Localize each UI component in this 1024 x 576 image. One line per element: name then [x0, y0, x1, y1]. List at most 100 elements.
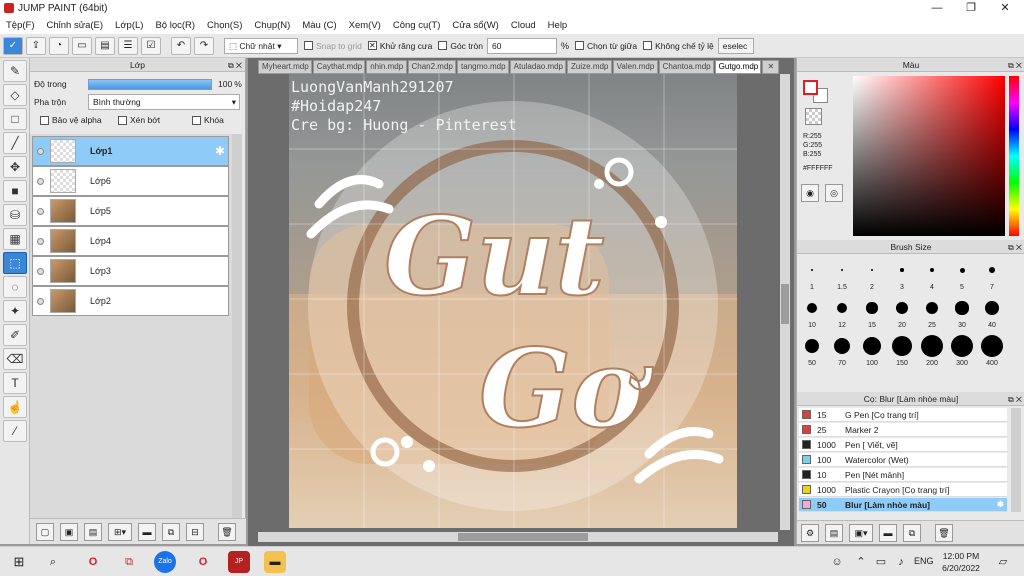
layer-row[interactable]: Lớp2 [32, 286, 229, 316]
gradient-icon[interactable]: ▦ [3, 228, 27, 250]
select-rect-icon[interactable]: ⬚ [3, 252, 27, 274]
brush-size-option[interactable]: 300 [947, 334, 977, 367]
opacity-slider[interactable] [88, 78, 212, 90]
bucket-icon[interactable]: ⛁ [3, 204, 27, 226]
new-layer-icon[interactable]: ▢ [36, 522, 54, 541]
menu-capture[interactable]: Chụp(N) [248, 20, 296, 31]
trash-icon[interactable]: 🗑 [218, 522, 236, 541]
magic-wand-icon[interactable]: ✦ [3, 300, 27, 322]
pen-icon[interactable]: ✎ [3, 60, 27, 82]
visibility-icon[interactable] [37, 207, 44, 215]
tab-tangmo[interactable]: tangmo.mdp [457, 60, 509, 74]
transparent-swatch[interactable] [805, 108, 822, 125]
minimize-button[interactable]: — [920, 0, 954, 16]
jump-paint-icon[interactable]: JP [228, 551, 250, 573]
brush-size-option[interactable]: 5 [947, 258, 977, 291]
tab-chantoa[interactable]: Chantoa.mdp [658, 60, 714, 74]
brush-row[interactable]: 10 Pen [Nét mảnh] [799, 468, 1007, 482]
brush-trash-icon[interactable]: 🗑 [935, 523, 953, 542]
select-center-checkbox[interactable] [574, 41, 584, 50]
clip-checkbox[interactable] [118, 115, 127, 125]
brush-copy-icon[interactable]: ⧉ [903, 523, 921, 542]
list-icon[interactable]: ☰ [118, 36, 138, 55]
brush-size-option[interactable]: 1.5 [827, 258, 857, 291]
tab-caythat[interactable]: Caythat.mdp [312, 60, 366, 74]
volume-icon[interactable]: ♪ [890, 551, 912, 573]
merge-icon[interactable]: ⊟ [186, 522, 204, 541]
brush-row[interactable]: 25 Marker 2 [799, 423, 1007, 437]
menu-tools[interactable]: Công cụ(T) [387, 20, 447, 31]
tab-valen[interactable]: Valen.mdp [612, 60, 658, 74]
brush-size-option[interactable]: 7 [977, 258, 1007, 291]
brush-row[interactable]: 1000 Pen [ Viết, vẽ] [799, 438, 1007, 452]
brush-row[interactable]: 100 Watercolor (Wet) [799, 453, 1007, 467]
fixed-ratio-checkbox[interactable] [643, 41, 653, 50]
document-icon[interactable]: ▤ [95, 36, 115, 55]
layer-row[interactable]: Lớp1 ✱ [32, 136, 229, 166]
brush-size-option[interactable]: 30 [947, 296, 977, 329]
tray-chevron-icon[interactable]: ⌃ [850, 551, 872, 573]
gear-icon[interactable]: ✱ [215, 144, 225, 158]
windows-start-icon[interactable]: ⊞ [8, 551, 30, 573]
maximize-button[interactable]: ❐ [954, 0, 988, 16]
brush-row[interactable]: 1000 Plastic Crayon [Cọ trang trí] [799, 483, 1007, 497]
tab-nhin[interactable]: nhin.mdp [366, 60, 407, 74]
brush-size-option[interactable]: 70 [827, 334, 857, 367]
brush-size-option[interactable]: 100 [857, 334, 887, 367]
layer-row[interactable]: Lớp3 [32, 256, 229, 286]
brush-size-option[interactable]: 400 [977, 334, 1007, 367]
check-icon[interactable]: ✓ [3, 36, 23, 55]
network-icon[interactable]: ▭ [870, 551, 892, 573]
menu-file[interactable]: Tệp(F) [0, 20, 41, 31]
eraser-icon[interactable]: ◇ [3, 84, 27, 106]
brush-size-option[interactable]: 3 [887, 258, 917, 291]
layer-row[interactable]: Lớp5 [32, 196, 229, 226]
brush-size-option[interactable]: 15 [857, 296, 887, 329]
layer-row[interactable]: Lớp4 [32, 226, 229, 256]
brush-size-option[interactable]: 25 [917, 296, 947, 329]
visibility-icon[interactable] [37, 297, 44, 305]
brush-row[interactable]: 50 Blur [Làm nhòe màu] ✱ [799, 498, 1007, 512]
menu-edit[interactable]: Chỉnh sửa(E) [41, 20, 110, 31]
search-icon[interactable]: ⌕ [42, 551, 64, 573]
menu-help[interactable]: Help [542, 20, 574, 31]
brush-size-option[interactable]: 10 [797, 296, 827, 329]
hue-slider[interactable] [1009, 76, 1019, 236]
visibility-icon[interactable] [37, 237, 44, 245]
rect-tool-icon[interactable]: □ [3, 108, 27, 130]
checklist-icon[interactable]: ☑ [141, 36, 161, 55]
comment-icon[interactable]: ◔ [49, 36, 69, 55]
panel-close-icon[interactable]: ⧉ ✕ [1008, 59, 1022, 73]
undo-icon[interactable]: ↶ [171, 36, 191, 55]
menu-select[interactable]: Chọn(S) [201, 20, 248, 31]
protect-alpha-checkbox[interactable] [40, 115, 49, 125]
saturation-value-picker[interactable] [853, 76, 1005, 236]
brush-size-option[interactable]: 200 [917, 334, 947, 367]
brush-doc-icon[interactable]: ▤ [825, 523, 843, 542]
snap-checkbox[interactable] [304, 41, 313, 50]
menu-layer[interactable]: Lớp(L) [109, 20, 149, 31]
export-icon[interactable]: ⇪ [26, 36, 46, 55]
new-text-layer-icon[interactable]: ▤ [84, 522, 102, 541]
fill-rect-icon[interactable]: ■ [3, 180, 27, 202]
select-pen-icon[interactable]: ✐ [3, 324, 27, 346]
close-button[interactable]: ✕ [988, 0, 1022, 16]
zalo-icon[interactable]: Zalo [154, 551, 176, 573]
brush-folder-icon[interactable]: ▬ [879, 523, 897, 542]
canvas-artwork[interactable]: Gut Gơ LuongVanManh291207 #Hoidap247 Cre… [289, 74, 737, 528]
canvas-vertical-scrollbar[interactable] [780, 74, 790, 530]
add-brush-icon[interactable]: ⚙ [801, 523, 819, 542]
new-vector-icon[interactable]: ▣ [60, 522, 78, 541]
tab-zuize[interactable]: Zuize.mdp [567, 60, 612, 74]
brush-row[interactable]: 15 G Pen [Cọ trang trí] [799, 408, 1007, 422]
brush-list-scrollbar[interactable] [1011, 408, 1021, 512]
tab-close-icon[interactable]: ✕ [762, 60, 780, 74]
panel-close-icon[interactable]: ⧉ ✕ [228, 59, 242, 73]
panel-close-icon[interactable]: ⧉ ✕ [1008, 241, 1022, 255]
brush-size-option[interactable]: 12 [827, 296, 857, 329]
layer-scrollbar[interactable] [232, 134, 242, 518]
lock-checkbox[interactable] [192, 115, 201, 125]
menu-cloud[interactable]: Cloud [505, 20, 542, 31]
visibility-icon[interactable] [37, 267, 44, 275]
menu-color[interactable]: Màu (C) [296, 20, 342, 31]
